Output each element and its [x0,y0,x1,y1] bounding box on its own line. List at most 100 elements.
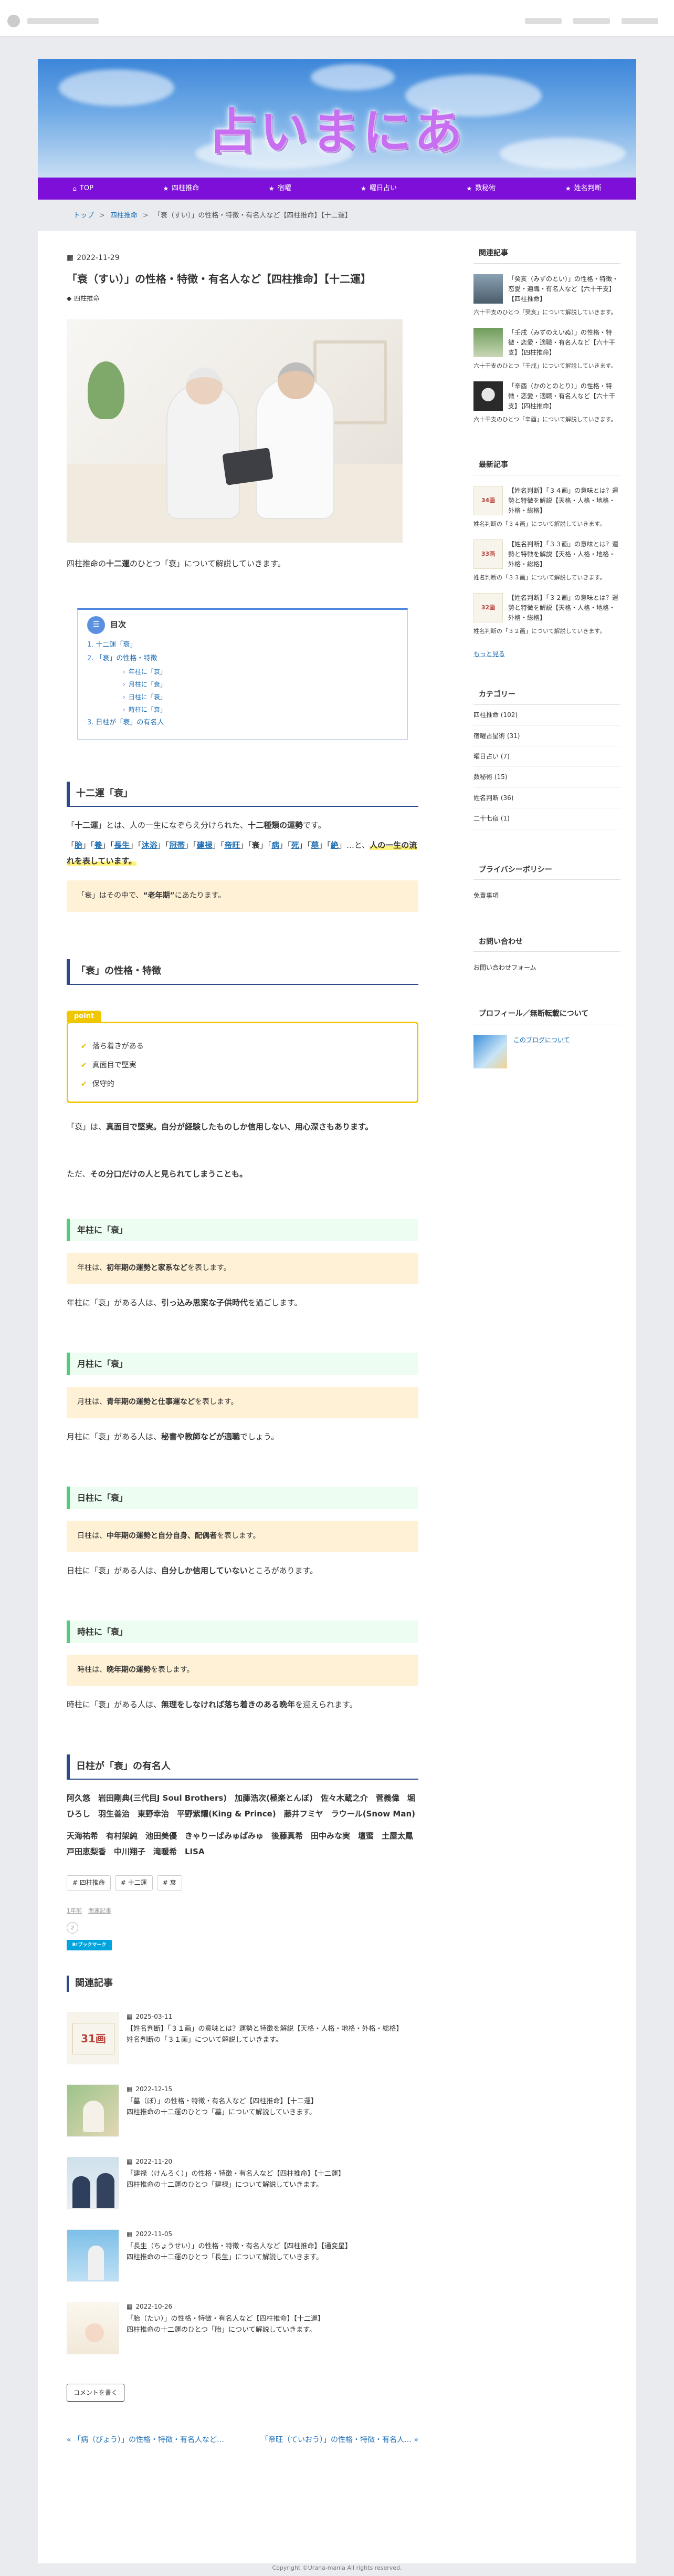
post-category[interactable]: ◆ 四柱推命 [67,293,418,304]
point-item: ✔ 真面目で堅実 [81,1056,404,1075]
sidebar-related-item[interactable]: 「辛酉（かのとのとり）」の性格・特徴・恋愛・適職・有名人など【六十干支】【四柱推… [473,381,620,424]
category-item[interactable]: 数秘術 (15) [473,767,620,788]
sidebar-heading: プロフィール／無断転載について [473,1005,620,1024]
section-heading: 「衰」の性格・特徴 [67,959,418,985]
pillar-heading: 月柱に「衰」 [67,1352,418,1376]
profile-image[interactable] [473,1034,507,1068]
sidebar-latest-item[interactable]: 34画 【姓名判断】「３４画」の意味とは？運勢と特徴を解説【天格・人格・地格・外格… [473,485,620,529]
category-item[interactable]: 宿曜占星術 (31) [473,726,620,746]
nav-item-suhi[interactable]: ★ 数秘術 [467,183,496,194]
star-icon: ★ [163,184,169,192]
calendar-icon: ▦ [127,2013,133,2021]
toc-title: 目次 [110,619,127,629]
hero-image [67,319,403,543]
comment-button[interactable]: コメントを書く [67,2384,125,2402]
sidebar-thumbnail: 32画 [473,593,503,622]
related-thumbnail[interactable]: 31画 [67,2012,119,2065]
site-title[interactable]: 占いまにあ [38,91,636,173]
star-icon: ★ [268,184,275,192]
pillar-heading: 年柱に「衰」 [67,1218,418,1242]
pillar-heading: 日柱に「衰」 [67,1486,418,1509]
hatena-bookmark-button[interactable]: B!ブックマーク [67,1940,112,1951]
top-bar-link-3[interactable] [622,18,658,24]
related-heading: 関連記事 [67,1976,418,1992]
related-item[interactable]: ▦ 2022-10-26 「胎（たい）」の性格・特徴・有名人など【四柱推命】【十二… [67,2302,418,2355]
nav-item-shichu[interactable]: ★ 四柱推命 [163,183,199,194]
toc-subitem[interactable]: › 時柱に「衰」 [87,703,398,716]
main-navigation: ⌂ TOP ★ 四柱推命 ★ 宿曜 ★ 曜日占い ★ 数秘術 ★ 姓名判断 [38,178,636,200]
tag[interactable]: # 衰 [156,1875,182,1891]
privacy-link[interactable]: 免責事項 [473,890,620,901]
content-container: ▦ 2022-11-29 「衰（すい）」の性格・特徴・有名人など【四柱推命】【十二… [38,231,636,2563]
more-link[interactable]: もっと見る [473,649,620,659]
calendar-icon: ▦ [127,2230,133,2238]
sidebar-thumbnail [473,381,503,411]
nav-item-youbi[interactable]: ★ 曜日占い [361,183,397,194]
category-item[interactable]: 曜日占い (7) [473,746,620,767]
pillar-text: 年柱に「衰」がある人は、引っ込み思案な子供時代を過ごします。 [67,1297,302,1307]
sidebar-heading: プライバシーポリシー [473,861,620,880]
sidebar: 関連記事 「癸亥（みずのとい）」の性格・特徴・恋愛・適職・有名人など【六十干支】… [473,244,620,1068]
breadcrumb-category[interactable]: 四柱推命 [110,212,138,220]
point-label: point [67,1010,102,1022]
celebrity-list-female: 天海祐希 有村架純 池田美優 きゃりーぱみゅぱみゅ 後藤真希 田中みな実 壇蜜 … [67,1831,422,1857]
site-header-banner[interactable]: 占いまにあ [38,59,636,178]
sidebar-latest-item[interactable]: 33画 【姓名判断】「３３画」の意味とは？運勢と特徴を解説【天格・人格・地格・外格… [473,539,620,583]
toc-item[interactable]: 1. 十二運「衰」 [87,638,398,652]
tag[interactable]: # 四柱推命 [67,1875,111,1891]
next-post-link[interactable]: 「帝旺（ていおう）」の性格・特徴・有名人… » [261,2434,418,2447]
related-thumbnail[interactable] [67,2302,119,2355]
pillar-heading: 時柱に「衰」 [67,1620,418,1643]
section-text: 「衰」は、真面目で堅実。自分が経験したものしか信用しない、用心深さもあります。 [67,1121,373,1131]
breadcrumb-home[interactable]: トップ [73,212,94,220]
tag[interactable]: # 十二運 [114,1875,153,1891]
post-navigation: « 「病（びょう）」の性格・特徴・有名人など… 「帝旺（ていおう）」の性格・特徴… [67,2434,418,2447]
list-icon: ☰ [87,616,105,634]
sidebar-latest-item[interactable]: 32画 【姓名判断】「３２画」の意味とは？運勢と特徴を解説【天格・人格・地格・外格… [473,593,620,636]
top-bar-link-1[interactable] [525,18,562,24]
sidebar-related-item[interactable]: 「壬戌（みずのえいぬ）」の性格・特徴・恋愛・適職・有名人など【六十干支】【四柱推… [473,327,620,371]
related-thumbnail[interactable] [67,2157,119,2210]
sidebar-thumbnail: 33画 [473,539,503,569]
sidebar-related-item[interactable]: 「癸亥（みずのとい）」の性格・特徴・恋愛・適職・有名人など【六十干支】【四柱推命… [473,274,620,317]
category-item[interactable]: 二十七宿 (1) [473,808,620,829]
prev-post-link[interactable]: « 「病（びょう）」の性格・特徴・有名人など… [67,2434,224,2447]
breadcrumb-current: 「衰（すい）」の性格・特徴・有名人など【四柱推命】【十二運】 [153,212,352,220]
related-thumbnail[interactable] [67,2084,119,2137]
intro-text: 四柱推命の十二運のひとつ「衰」について解説していきます。 [67,559,286,569]
note-box: 時柱は、晩年期の運勢を表します。 [67,1654,418,1686]
category-item[interactable]: 姓名判断 (36) [473,788,620,809]
toc-subitem[interactable]: › 日柱に「衰」 [87,691,398,703]
category-item[interactable]: 四柱推命 (102) [473,705,620,726]
related-thumbnail[interactable] [67,2229,119,2282]
toc-subitem[interactable]: › 年柱に「衰」 [87,666,398,678]
related-item[interactable]: ▦ 2022-12-15 「墓（ぼ）」の性格・特徴・有名人など【四柱推命】【十二運… [67,2084,418,2137]
nav-item-sukuyo[interactable]: ★ 宿曜 [269,183,291,194]
profile-block[interactable]: このブログについて [473,1034,620,1068]
about-blog-link[interactable]: このブログについて [513,1035,570,1045]
nav-item-seimei[interactable]: ★ 姓名判断 [565,183,602,194]
site-logo-placeholder[interactable] [27,18,99,24]
breadcrumb: トップ > 四柱推命 > 「衰（すい）」の性格・特徴・有名人など【四柱推命】【十二運】 [73,212,352,220]
section-heading: 日柱が「衰」の有名人 [67,1754,418,1780]
check-icon: ✔ [81,1080,87,1089]
related-item[interactable]: ▦ 2022-11-20 「建禄（けんろく）」の性格・特徴・有名人など【四柱推命】… [67,2157,418,2210]
post-date: ▦ 2022-11-29 [67,252,418,265]
star-icon: ★ [565,184,571,192]
toc-item[interactable]: 3. 日柱が「衰」の有名人 [87,716,398,730]
share-count-icon[interactable]: 2 [67,1922,78,1934]
contact-link[interactable]: お問い合わせフォーム [473,962,620,973]
toc-item[interactable]: 2. 「衰」の性格・特徴 [87,652,398,666]
top-bar [0,0,674,37]
related-item[interactable]: 31画 ▦ 2025-03-11 【姓名判断】「３１画」の意味とは？運勢と特徴を解… [67,2012,418,2065]
check-icon: ✔ [81,1042,87,1051]
point-box: point ✔ 落ち着きがある ✔ 真面目で堅実 ✔ 保守的 [67,1010,418,1103]
toc-subitem[interactable]: › 月柱に「衰」 [87,678,398,691]
top-bar-link-2[interactable] [573,18,610,24]
nav-item-top[interactable]: ⌂ TOP [72,183,93,194]
note-box: 「衰」はその中で、“老年期”にあたります。 [67,880,418,912]
site-logo-icon[interactable] [7,15,20,27]
related-item[interactable]: ▦ 2022-11-05 「長生（ちょうせい）」の性格・特徴・有名人など【四柱推命… [67,2229,418,2282]
tag-list: # 四柱推命 # 十二運 # 衰 [67,1875,418,1891]
star-icon: ★ [466,184,472,192]
